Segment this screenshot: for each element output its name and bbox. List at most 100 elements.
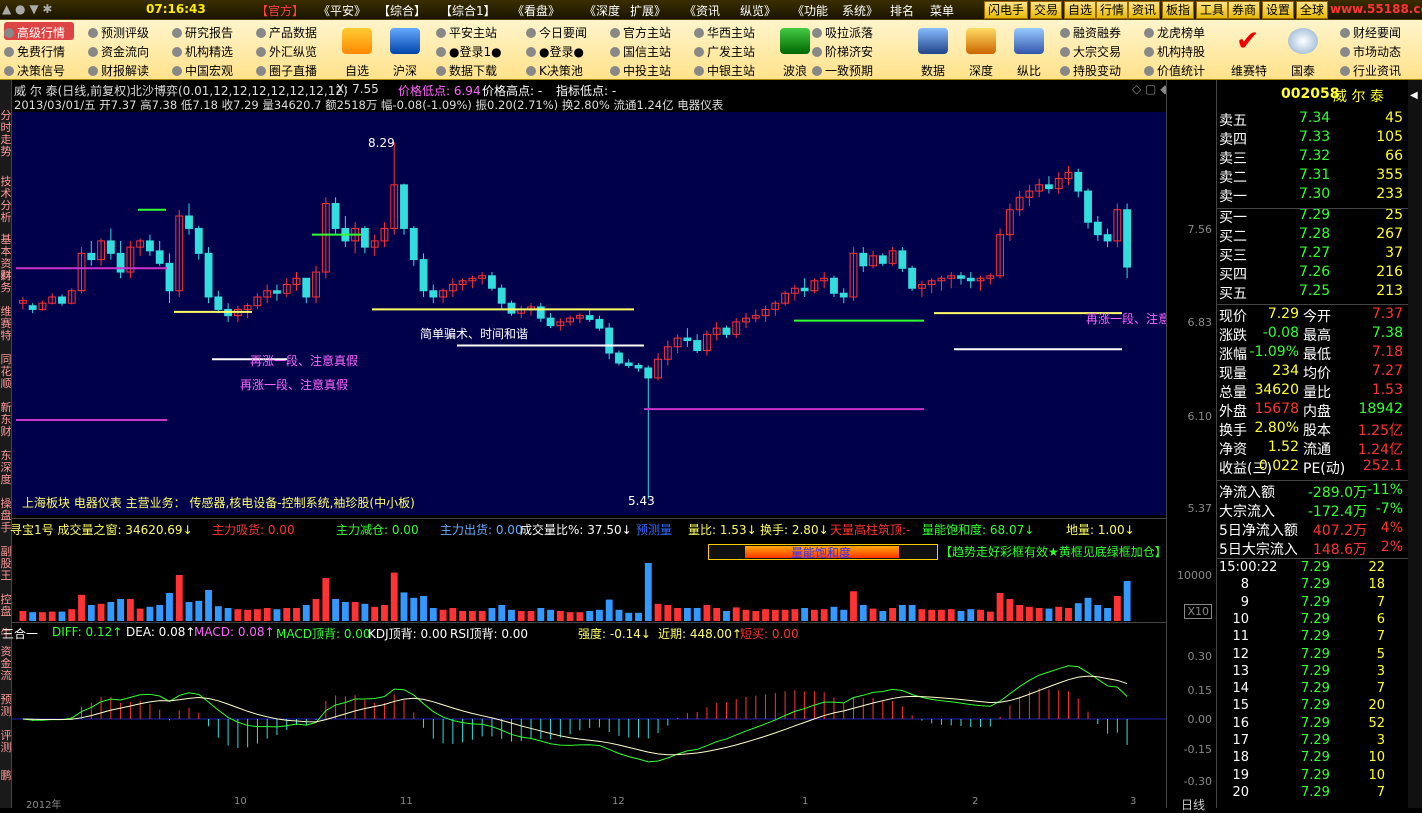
tb-zhongtouzhuzhan[interactable]: 中投主站 — [610, 62, 671, 79]
btn-quanshang[interactable]: 券商 — [1228, 1, 1261, 19]
menu-icons[interactable]: ▲ ● ▼ ✱ — [2, 2, 52, 16]
tb-shichangdongtai[interactable]: 市场动态 — [1340, 43, 1401, 60]
menu-guanfang[interactable]: 【官方】 — [256, 2, 304, 19]
btn-quanqiu[interactable]: 全球 — [1296, 1, 1329, 19]
volume-bar — [537, 608, 545, 621]
vtab-weisaite[interactable]: 维赛特 — [0, 306, 12, 342]
tb-guangfazhuzhan[interactable]: 广发主站 — [694, 43, 755, 60]
tb-caijingyaowen[interactable]: 财经要闻 — [1340, 24, 1401, 41]
tb-shuju[interactable]: 数据 — [909, 62, 957, 79]
volume-bar — [185, 602, 193, 621]
candle-body — [488, 275, 496, 289]
btn-hangqing[interactable]: 行情 — [1096, 1, 1129, 19]
btn-gongju[interactable]: 工具 — [1196, 1, 1229, 19]
tb-zijinliuxiang[interactable]: 资金流向 — [88, 43, 149, 60]
tb-zhongyinzhuzhan[interactable]: 中银主站 — [694, 62, 755, 79]
globe-icon — [1144, 47, 1154, 57]
vtab-kongpan[interactable]: 控盘 — [0, 594, 12, 618]
menu-shendu[interactable]: 《深度 — [584, 2, 620, 19]
stat-label: 现量 — [1219, 366, 1247, 382]
tb-guoxinzhuzhan[interactable]: 国信主站 — [610, 43, 671, 60]
tb-denglu1[interactable]: ●登录1● — [436, 43, 502, 60]
guotai-icon[interactable] — [1288, 28, 1318, 54]
volume-bar — [107, 602, 115, 621]
checkmark-icon[interactable]: ✔ — [1236, 26, 1262, 56]
vtab-fuguwang[interactable]: 副股王 — [0, 546, 12, 582]
btn-zixun[interactable]: 资讯 — [1128, 1, 1161, 19]
tb-jinriyaowen[interactable]: 今日要闻 — [526, 24, 587, 41]
tb-guotai[interactable]: 国泰 — [1279, 62, 1327, 79]
btn-shandianshou[interactable]: 闪电手 — [984, 1, 1029, 19]
tb-mianfeihangqing[interactable]: 免费行情 — [4, 43, 65, 60]
hushen-icon[interactable] — [390, 28, 420, 54]
chart-window-icons[interactable]: ◇ ▢ ◆ — [1132, 82, 1169, 96]
vtab-pingce[interactable]: 评测 — [0, 730, 12, 754]
tick-time: 17 — [1232, 733, 1249, 748]
data-icon[interactable] — [918, 28, 948, 54]
tb-yanjiubaogao[interactable]: 研究报告 — [172, 24, 233, 41]
tb-guanfangzhuzhan[interactable]: 官方主站 — [610, 24, 671, 41]
tb-zixuan[interactable]: 自选 — [333, 62, 381, 79]
tb-zhongguohongguan[interactable]: 中国宏观 — [172, 62, 233, 79]
tb-chigubiandong[interactable]: 持股变动 — [1060, 62, 1121, 79]
tb-kjuecechi[interactable]: K决策池 — [526, 62, 583, 79]
tb-huaxizhuzhan[interactable]: 华西主站 — [694, 24, 755, 41]
tb-jiazhitongji[interactable]: 价值统计 — [1144, 62, 1205, 79]
btn-jiaoyi[interactable]: 交易 — [1030, 1, 1063, 19]
tb-pinganzhuzhan[interactable]: 平安主站 — [436, 24, 497, 41]
tb-hushen[interactable]: 沪深 — [381, 62, 429, 79]
vtab-caiwu[interactable]: 财务 — [0, 270, 12, 294]
tb-jietijian[interactable]: 阶梯济安 — [812, 43, 873, 60]
btn-shezhi[interactable]: 设置 — [1262, 1, 1295, 19]
vtab-yuce[interactable]: 预测 — [0, 694, 12, 718]
tb-zongbi[interactable]: 纵比 — [1005, 62, 1053, 79]
tb-caibaojiedu[interactable]: 财报解读 — [88, 62, 149, 79]
tb-shujuxiazai[interactable]: 数据下载 — [436, 62, 497, 79]
vtab-peng[interactable]: 鹏 — [0, 770, 12, 782]
tb-waihuizonglan[interactable]: 外汇纵览 — [256, 43, 317, 60]
vtab-fenshi[interactable]: 分时走势 — [0, 110, 12, 158]
menu-pingan[interactable]: 《平安》 — [318, 2, 366, 19]
tb-juecexinhao[interactable]: 决策信号 — [4, 62, 65, 79]
tb-gaojihangqing[interactable]: 高级行情 — [4, 24, 65, 41]
menu-gongneng[interactable]: 《功能 — [792, 2, 828, 19]
menu-zonghe1[interactable]: 【综合1】 — [440, 2, 496, 19]
tb-yucepingji[interactable]: 预测评级 — [88, 24, 149, 41]
period-tab[interactable]: 日线 — [1181, 796, 1205, 813]
tb-xilapailuo[interactable]: 吸拉派落 — [812, 24, 873, 41]
menu-caidan[interactable]: 菜单 — [930, 2, 954, 19]
menu-zonglan[interactable]: 纵览》 — [740, 2, 776, 19]
vtab-tonghuashun[interactable]: 同花顺 — [0, 354, 12, 390]
tb-dazongjiaoyi[interactable]: 大宗交易 — [1060, 43, 1121, 60]
tb-longhubangdan[interactable]: 龙虎榜单 — [1144, 24, 1205, 41]
tb-chanpinshuju[interactable]: 产品数据 — [256, 24, 317, 41]
menu-xitong[interactable]: 系统》 — [842, 2, 878, 19]
tb-jigoujingxuan[interactable]: 机构精选 — [172, 43, 233, 60]
tb-shendu[interactable]: 深度 — [957, 62, 1005, 79]
volume-panel: 寻宝1号 成交量之窗: 34620.69↓ 主力吸货: 0.00 主力减仓: 0… — [10, 518, 1167, 621]
tb-hangyezixun[interactable]: 行业资讯 — [1340, 62, 1401, 79]
tb-weisaite[interactable]: 维赛特 — [1225, 62, 1273, 79]
compare-icon[interactable] — [1014, 28, 1044, 54]
btn-banzhi[interactable]: 板指 — [1162, 1, 1195, 19]
vtab-zijinliu[interactable]: 资金流 — [0, 646, 12, 682]
menu-kanpan[interactable]: 《看盘》 — [512, 2, 560, 19]
menu-zonghe[interactable]: 【综合】 — [378, 2, 426, 19]
tb-yizhiyuqi[interactable]: 一致预期 — [812, 62, 873, 79]
tb-jigouchigu[interactable]: 机构持股 — [1144, 43, 1205, 60]
depth-icon[interactable] — [966, 28, 996, 54]
vtab-dongshendu[interactable]: 东深度 — [0, 450, 12, 486]
tb-quanzizhibo[interactable]: 圈子直播 — [256, 62, 317, 79]
tb-denglu[interactable]: ●登录● — [526, 43, 584, 60]
menu-paiming[interactable]: 排名 — [890, 2, 914, 19]
tb-rongzirongquan[interactable]: 融资融券 — [1060, 24, 1121, 41]
wave-icon[interactable] — [780, 28, 810, 54]
scroll-up-icon[interactable]: ◀ — [1410, 90, 1418, 101]
menu-zixun[interactable]: 《资讯 — [684, 2, 720, 19]
vtab-xindongcai[interactable]: 新东财 — [0, 402, 12, 438]
price-chart[interactable] — [12, 135, 1166, 515]
btn-zixuan[interactable]: 自选 — [1064, 1, 1097, 19]
vtab-jishu[interactable]: 技术分析 — [0, 176, 12, 224]
menu-kuozhan[interactable]: 扩展》 — [630, 2, 666, 19]
zixuan-icon[interactable] — [342, 28, 372, 54]
